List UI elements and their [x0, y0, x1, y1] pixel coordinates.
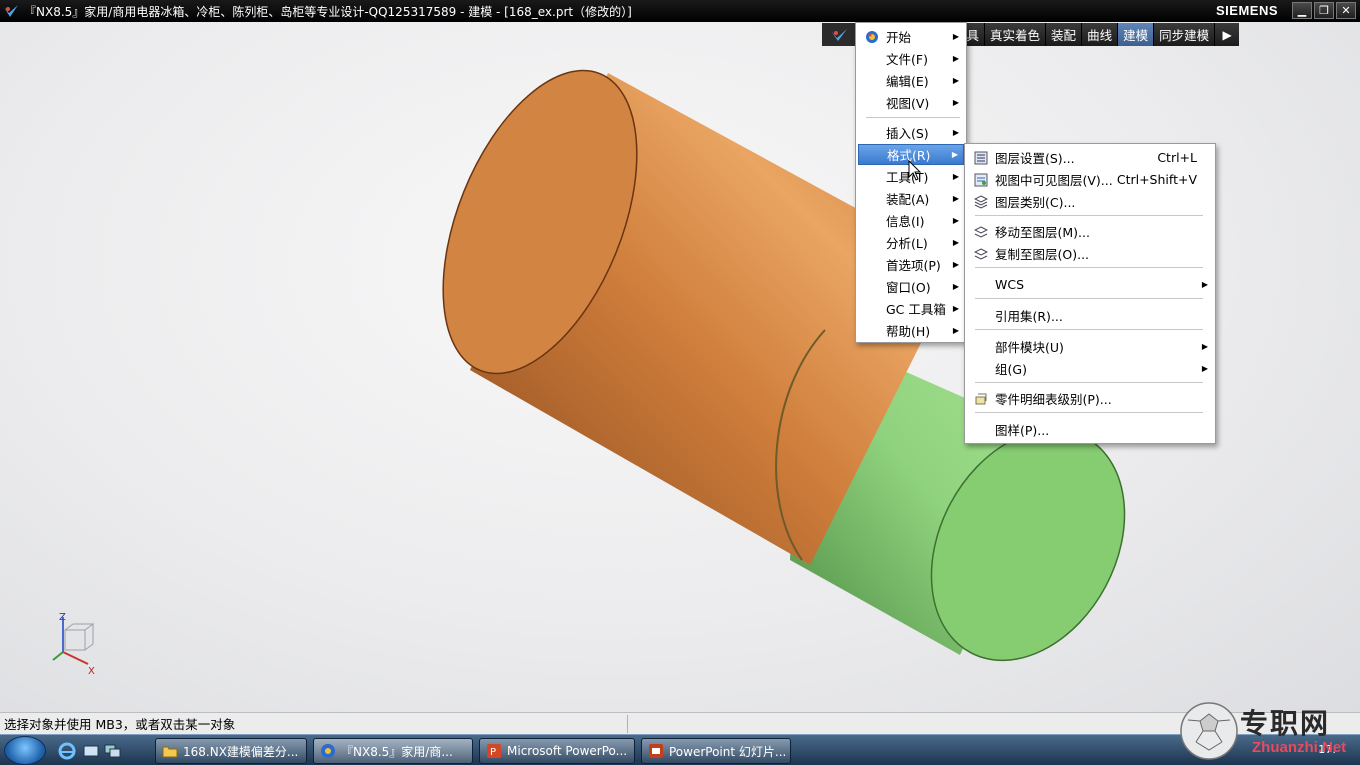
menu-item-layer-settings[interactable]: 图层设置(S)... Ctrl+L: [967, 147, 1213, 168]
powerpoint-icon: P: [487, 744, 501, 758]
minimize-button[interactable]: ▁: [1292, 2, 1312, 19]
menu-item-group[interactable]: 组(G) ▶: [967, 358, 1213, 379]
format-submenu: 图层设置(S)... Ctrl+L 视图中可见图层(V)... Ctrl+Shi…: [964, 143, 1216, 444]
tab-curve[interactable]: 曲线: [1082, 23, 1119, 46]
menu-item-analysis[interactable]: 分析(L) ▶: [858, 232, 964, 253]
menu-item-information[interactable]: 信息(I) ▶: [858, 210, 964, 231]
menu-item-preferences[interactable]: 首选项(P) ▶: [858, 254, 964, 275]
status-prompt: 选择对象并使用 MB3，或者双击某一对象: [4, 717, 236, 732]
start-button[interactable]: [4, 736, 46, 765]
nx-app-icon: [321, 744, 335, 758]
windows-taskbar: 168.NX建模偏差分... 『NX8.5』家用/商... P Microsof…: [0, 734, 1360, 765]
menu-separator: [866, 117, 960, 118]
mouse-cursor-icon: [908, 160, 922, 181]
submenu-arrow-icon: ▶: [1201, 364, 1208, 373]
submenu-arrow-icon: ▶: [952, 238, 959, 247]
menu-item-parts-list-level[interactable]: 零件明细表级别(P)...: [967, 388, 1213, 409]
tab-assembly[interactable]: 装配: [1046, 23, 1083, 46]
menu-item-help[interactable]: 帮助(H) ▶: [858, 320, 964, 341]
menu-separator: [975, 215, 1203, 216]
menu-item-file[interactable]: 文件(F) ▶: [858, 48, 964, 69]
menu-item-start[interactable]: 开始 ▶: [858, 26, 964, 47]
menu-item-view[interactable]: 视图(V) ▶: [858, 92, 964, 113]
taskbar-item-nx[interactable]: 『NX8.5』家用/商...: [313, 738, 473, 764]
soccer-ball-logo-icon: [1180, 702, 1238, 760]
ribbon-start-icon[interactable]: [822, 23, 856, 46]
menu-separator: [975, 382, 1203, 383]
internet-explorer-icon[interactable]: [58, 742, 76, 760]
close-button[interactable]: ✕: [1336, 2, 1356, 19]
move-to-layer-icon: [973, 224, 988, 239]
submenu-arrow-icon: ▶: [952, 54, 959, 63]
window-title: 『NX8.5』家用/商用电器冰箱、冷柜、陈列柜、岛柜等专业设计-QQ125317…: [24, 4, 632, 19]
main-menu: 开始 ▶ 文件(F) ▶ 编辑(E) ▶ 视图(V) ▶ 插入(S) ▶ 格式(…: [855, 22, 967, 343]
nx-logo-icon[interactable]: [0, 0, 22, 22]
menu-separator: [975, 329, 1203, 330]
submenu-arrow-icon: ▶: [952, 128, 959, 137]
submenu-arrow-icon: ▶: [952, 172, 959, 181]
tab-synchronous-modeling[interactable]: 同步建模: [1154, 23, 1216, 46]
restore-button[interactable]: ❐: [1314, 2, 1334, 19]
layer-settings-icon: [973, 150, 988, 165]
start-icon: [864, 29, 879, 44]
menu-item-copy-to-layer[interactable]: 复制至图层(O)...: [967, 243, 1213, 264]
submenu-arrow-icon: ▶: [952, 76, 959, 85]
menu-separator: [975, 267, 1203, 268]
menu-item-visible-layers-in-view[interactable]: 视图中可见图层(V)... Ctrl+Shift+V: [967, 169, 1213, 190]
folder-icon: [162, 746, 178, 758]
taskbar-item-powerpoint[interactable]: P Microsoft PowerPo...: [479, 738, 635, 764]
submenu-arrow-icon: ▶: [952, 98, 959, 107]
menu-item-layer-category[interactable]: 图层类别(C)...: [967, 191, 1213, 212]
taskbar-item-slideshow[interactable]: PowerPoint 幻灯片...: [641, 738, 791, 764]
taskbar-item-folder[interactable]: 168.NX建模偏差分...: [155, 738, 307, 764]
switch-windows-icon[interactable]: [104, 742, 122, 760]
parts-list-level-icon: [973, 391, 988, 406]
menu-item-edit[interactable]: 编辑(E) ▶: [858, 70, 964, 91]
submenu-arrow-icon: ▶: [952, 260, 959, 269]
ribbon-more-arrow-icon[interactable]: ▶: [1215, 23, 1240, 46]
menu-item-assembly[interactable]: 装配(A) ▶: [858, 188, 964, 209]
site-watermark: 专职网 Zhuanzhi.Net: [1178, 698, 1360, 765]
submenu-arrow-icon: ▶: [952, 32, 959, 41]
siemens-brand: SIEMENS: [1215, 3, 1278, 18]
status-bar: 选择对象并使用 MB3，或者双击某一对象: [0, 712, 1360, 734]
submenu-arrow-icon: ▶: [952, 304, 959, 313]
submenu-arrow-icon: ▶: [952, 194, 959, 203]
submenu-arrow-icon: ▶: [951, 150, 958, 159]
wcs-axis-triad-icon: [52, 617, 95, 665]
svg-text:P: P: [490, 747, 496, 758]
menu-item-window[interactable]: 窗口(O) ▶: [858, 276, 964, 297]
submenu-arrow-icon: ▶: [952, 326, 959, 335]
menu-separator: [975, 412, 1203, 413]
show-desktop-icon[interactable]: [82, 742, 100, 760]
tab-modeling[interactable]: 建模: [1118, 23, 1155, 46]
slideshow-icon: [649, 744, 663, 758]
shortcut-label: Ctrl+L: [1157, 150, 1197, 165]
watermark-url: Zhuanzhi.Net: [1252, 739, 1347, 756]
menu-item-insert[interactable]: 插入(S) ▶: [858, 122, 964, 143]
axis-label-x: X: [88, 666, 95, 677]
submenu-arrow-icon: ▶: [952, 216, 959, 225]
submenu-arrow-icon: ▶: [1201, 280, 1208, 289]
menu-item-pattern[interactable]: 图样(P)...: [967, 419, 1213, 440]
layer-category-icon: [973, 194, 988, 209]
menu-item-part-modules[interactable]: 部件模块(U) ▶: [967, 336, 1213, 357]
status-divider: [627, 715, 628, 733]
submenu-arrow-icon: ▶: [952, 282, 959, 291]
menu-item-gc-toolkit[interactable]: GC 工具箱 ▶: [858, 298, 964, 319]
menu-item-move-to-layer[interactable]: 移动至图层(M)...: [967, 221, 1213, 242]
tab-true-shading[interactable]: 真实着色: [985, 23, 1047, 46]
axis-label-z: Z: [59, 612, 66, 623]
title-bar: 『NX8.5』家用/商用电器冰箱、冷柜、陈列柜、岛柜等专业设计-QQ125317…: [0, 0, 1360, 22]
shortcut-label: Ctrl+Shift+V: [1116, 172, 1197, 187]
menu-item-wcs[interactable]: WCS ▶: [967, 274, 1213, 295]
copy-to-layer-icon: [973, 246, 988, 261]
menu-item-reference-sets[interactable]: 引用集(R)...: [967, 305, 1213, 326]
menu-separator: [975, 298, 1203, 299]
submenu-arrow-icon: ▶: [1201, 342, 1208, 351]
visible-layers-icon: [973, 172, 988, 187]
watermark-title: 专职网: [1240, 707, 1331, 740]
